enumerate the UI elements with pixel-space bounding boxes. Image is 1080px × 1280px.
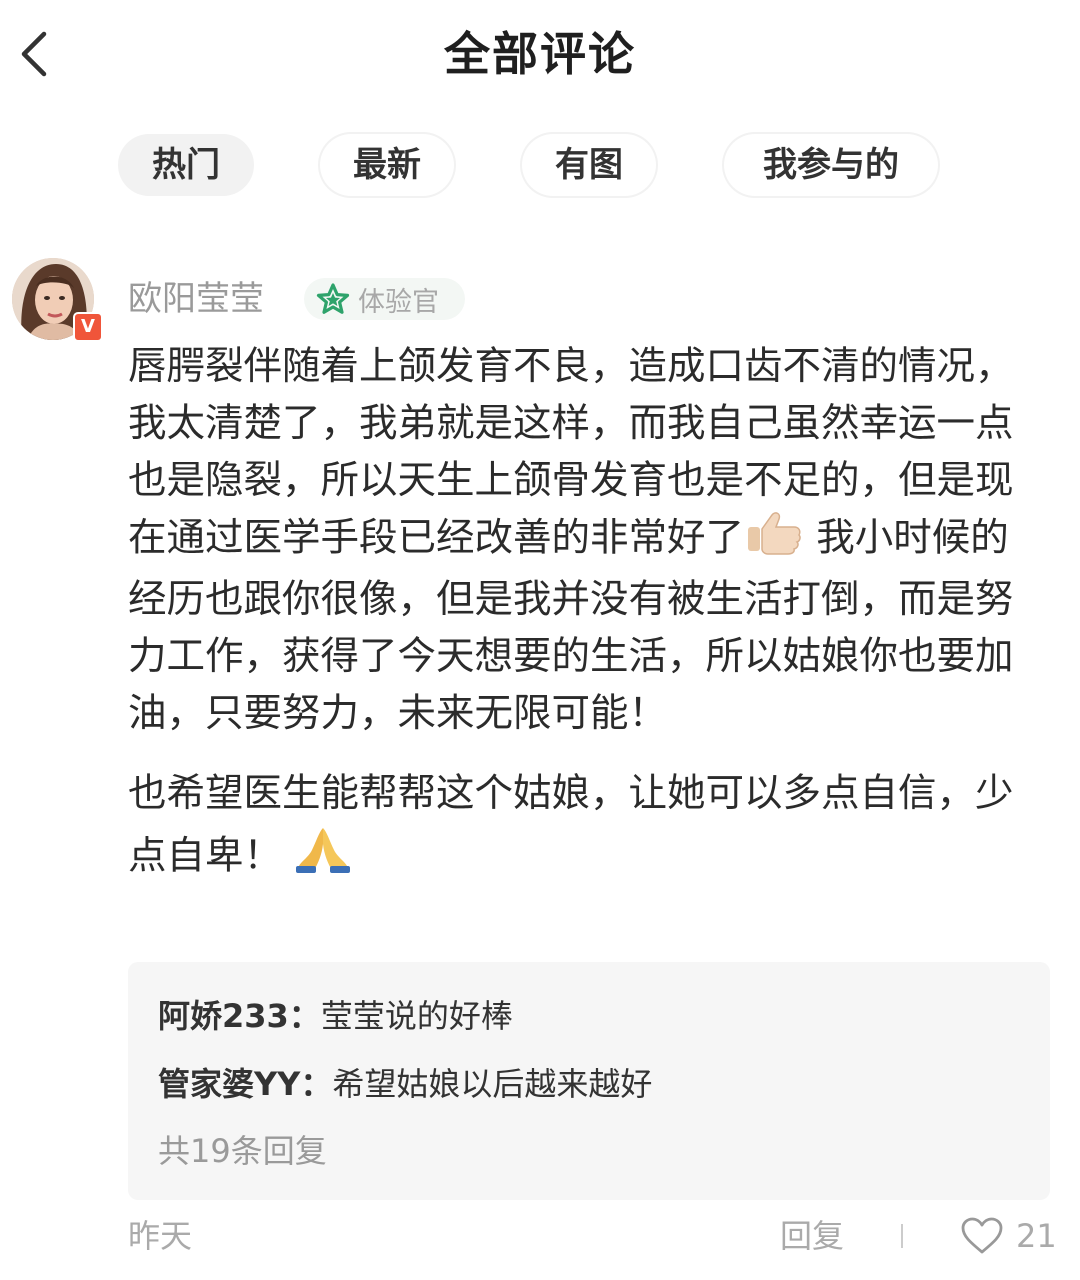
reply-author[interactable]: 阿娇233： <box>158 997 321 1035</box>
reply-item[interactable]: 管家婆YY：希望姑娘以后越来越好 <box>158 1062 652 1106</box>
comment-paragraph-2: 也希望医生能帮帮这个姑娘，让她可以多点自信，少点自卑！ <box>128 764 1038 892</box>
comment-username[interactable]: 欧阳莹莹 <box>128 277 264 321</box>
star-icon <box>316 283 350 314</box>
tab-hot[interactable]: 热门 <box>118 134 254 196</box>
comment-paragraph-1: 唇腭裂伴随着上颌发育不良，造成口齿不清的情况，我太清楚了，我弟就是这样，而我自己… <box>128 338 1038 742</box>
replies-preview[interactable]: 阿娇233：莹莹说的好棒 管家婆YY：希望姑娘以后越来越好 共19条回复 <box>128 962 1050 1200</box>
like-count: 21 <box>1016 1217 1057 1255</box>
reply-item[interactable]: 阿娇233：莹莹说的好棒 <box>158 994 513 1038</box>
comment-body: 唇腭裂伴随着上颌发育不良，造成口齿不清的情况，我太清楚了，我弟就是这样，而我自己… <box>128 338 1038 892</box>
heart-icon[interactable] <box>960 1216 1004 1256</box>
folded-hands-icon <box>294 824 352 892</box>
thumbs-up-icon <box>744 509 804 571</box>
comment-timestamp: 昨天 <box>128 1217 193 1255</box>
comment-text-2: 也希望医生能帮帮这个姑娘，让她可以多点自信，少点自卑！ <box>128 771 1014 879</box>
tab-mine[interactable]: 我参与的 <box>724 134 938 196</box>
reply-text: 莹莹说的好棒 <box>320 997 513 1035</box>
reply-author[interactable]: 管家婆YY： <box>158 1065 332 1103</box>
reply-text: 希望姑娘以后越来越好 <box>332 1065 653 1103</box>
experience-officer-badge: 体验官 <box>304 278 465 320</box>
view-all-replies-link[interactable]: 共19条回复 <box>158 1129 327 1173</box>
badge-label: 体验官 <box>358 286 439 318</box>
divider <box>901 1224 903 1248</box>
tab-with-images[interactable]: 有图 <box>522 134 656 196</box>
page-title: 全部评论 <box>444 27 636 81</box>
top-bar: 全部评论 <box>0 0 1080 110</box>
reply-button[interactable]: 回复 <box>780 1214 844 1258</box>
verified-badge: V <box>73 312 103 342</box>
tab-latest[interactable]: 最新 <box>320 134 454 196</box>
filter-tabs: 热门 最新 有图 我参与的 <box>0 134 1080 196</box>
